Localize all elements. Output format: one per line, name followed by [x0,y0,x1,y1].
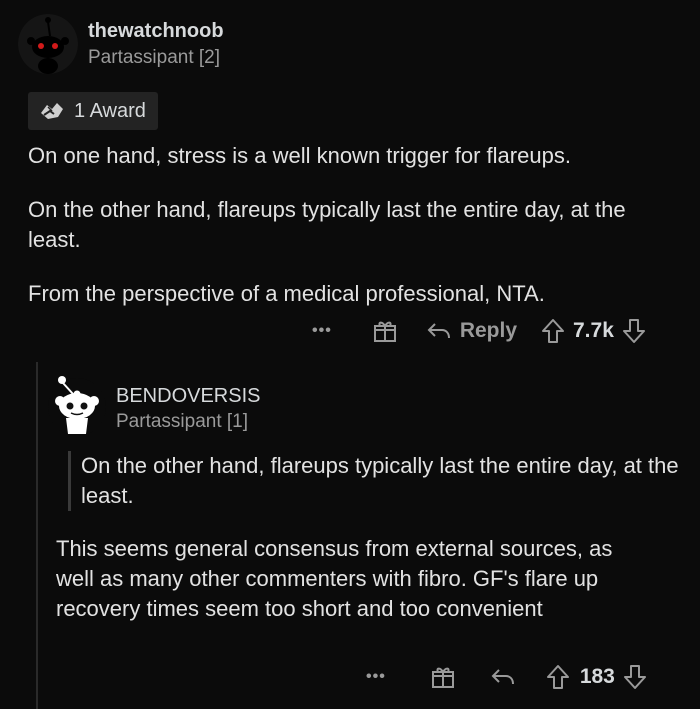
username[interactable]: BENDOVERSIS [116,385,260,408]
reply-arrow-icon[interactable] [426,320,452,342]
reply-button[interactable]: Reply [460,319,517,343]
username[interactable]: thewatchnoob [88,20,224,43]
comment-paragraph: On one hand, stress is a well known trig… [28,143,571,168]
comment-actions-1: ••• Reply 7.7k [312,314,646,348]
comment-actions-2: ••• 183 [366,660,647,694]
reply-arrow-icon[interactable] [490,666,516,688]
comment-avatar-1[interactable] [18,14,78,79]
downvote-icon[interactable] [623,664,647,690]
gift-icon[interactable] [372,318,398,344]
comment-paragraph: On the other hand, flareups typically la… [28,197,626,252]
user-flair: Partassipant [1] [116,411,249,432]
more-options-button[interactable]: ••• [312,322,332,340]
vote-score: 183 [579,665,615,688]
downvote-icon[interactable] [622,318,646,344]
more-options-button[interactable]: ••• [366,668,386,686]
award-hands-icon [38,99,66,123]
comment-paragraph: From the perspective of a medical profes… [28,281,545,306]
award-label: 1 Award [74,99,146,122]
gift-icon[interactable] [430,664,456,690]
comment-body-1: On one hand, stress is a well known trig… [28,141,678,309]
comment-body-2: This seems general consensus from extern… [56,536,613,621]
quoted-text: On the other hand, flareups typically la… [68,451,687,511]
thread-line[interactable] [36,362,38,709]
user-avatar-icon [18,14,78,74]
vote-score: 7.7k [573,319,614,342]
snoo-avatar-icon [48,376,106,436]
user-flair: Partassipant [2] [88,47,221,68]
upvote-icon[interactable] [546,664,570,690]
upvote-icon[interactable] [541,318,565,344]
award-badge[interactable]: 1 Award [28,92,158,130]
comment-avatar-2[interactable] [48,374,106,441]
